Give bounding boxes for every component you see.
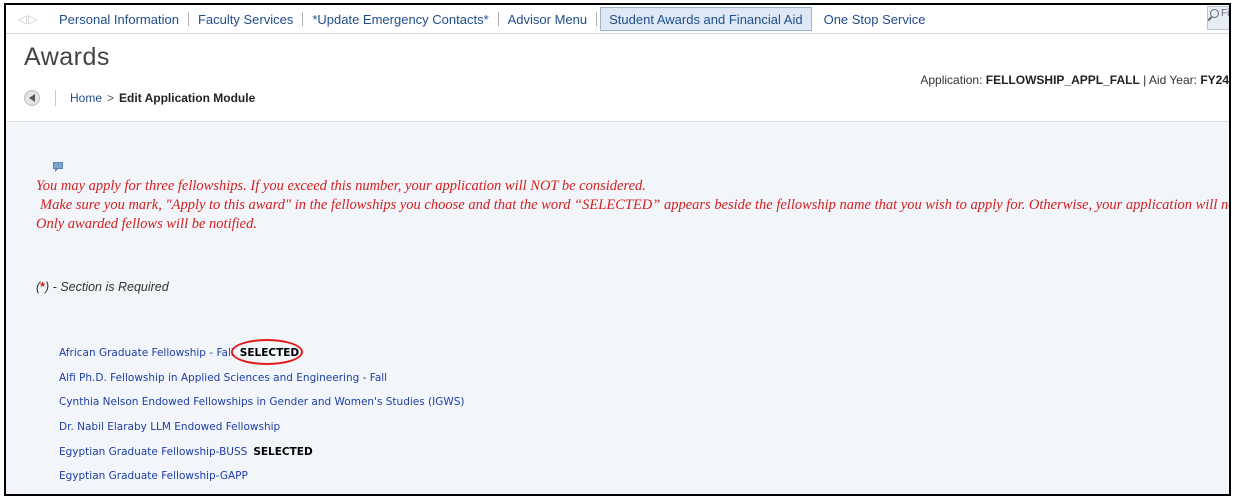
fellowship-link[interactable]: Dr. Nabil Elaraby LLM Endowed Fellowship xyxy=(59,421,280,433)
list-item: African Graduate Fellowship - Fall SELEC… xyxy=(59,339,465,366)
notice-line-1: You may apply for three fellowships. If … xyxy=(36,178,646,194)
breadcrumb-separator: > xyxy=(107,91,115,105)
fellowship-link[interactable]: Alfi Ph.D. Fellowship in Applied Science… xyxy=(59,372,387,384)
required-section-note: (*) - Section is Required xyxy=(36,280,169,294)
notice-line-2: Make sure you mark, "Apply to this award… xyxy=(40,197,1231,213)
aid-year-value: FY24 xyxy=(1200,73,1229,87)
nav-personal-information[interactable]: Personal Information xyxy=(50,5,188,33)
browser-frame: ◁▷ Personal Information Faculty Services… xyxy=(4,3,1231,496)
fellowship-list: African Graduate Fellowship - Fall SELEC… xyxy=(59,339,465,489)
selected-status-badge: SELECTED xyxy=(230,339,304,366)
main-content-panel: You may apply for three fellowships. If … xyxy=(6,121,1231,494)
breadcrumb-current: Edit Application Module xyxy=(119,91,256,105)
nav-advisor-menu[interactable]: Advisor Menu xyxy=(499,5,596,33)
aid-year-label: | Aid Year: xyxy=(1143,73,1197,87)
find-label: Fin xyxy=(1221,8,1229,19)
application-label: Application: xyxy=(920,73,983,87)
notice-line-3: Only awarded fellows will be notified. xyxy=(36,216,257,232)
nav-one-stop-service[interactable]: One Stop Service xyxy=(815,5,935,33)
nav-student-awards-financial-aid[interactable]: Student Awards and Financial Aid xyxy=(600,7,812,31)
application-value: FELLOWSHIP_APPL_FALL xyxy=(985,73,1140,87)
list-item: Alfi Ph.D. Fellowship in Applied Science… xyxy=(59,366,465,391)
top-navigation: ◁▷ Personal Information Faculty Services… xyxy=(6,5,1229,34)
nav-scroll-arrows-icon[interactable]: ◁▷ xyxy=(6,12,50,26)
breadcrumb-home-link[interactable]: Home xyxy=(70,91,102,105)
required-text: ) - Section is Required xyxy=(45,280,169,294)
list-item: Egyptian Graduate Fellowship-BUSS SELECT… xyxy=(59,439,465,464)
find-search-box[interactable]: Fin xyxy=(1207,6,1229,30)
page-title: Awards xyxy=(24,43,110,71)
nav-update-emergency-contacts[interactable]: *Update Emergency Contacts* xyxy=(303,5,497,33)
fellowship-link[interactable]: Cynthia Nelson Endowed Fellowships in Ge… xyxy=(59,396,465,408)
note-icon xyxy=(53,162,63,172)
breadcrumb: Home > Edit Application Module xyxy=(24,87,255,109)
application-info: Application: FELLOWSHIP_APPL_FALL | Aid … xyxy=(920,73,1229,87)
search-icon xyxy=(1210,9,1219,18)
nav-faculty-services[interactable]: Faculty Services xyxy=(189,5,302,33)
fellowship-link[interactable]: Egyptian Graduate Fellowship-BUSS xyxy=(59,446,247,458)
list-item: Cynthia Nelson Endowed Fellowships in Ge… xyxy=(59,390,465,415)
list-item: Dr. Nabil Elaraby LLM Endowed Fellowship xyxy=(59,415,465,440)
list-item: Egyptian Graduate Fellowship-GAPP xyxy=(59,464,465,489)
breadcrumb-divider xyxy=(55,90,56,106)
selected-status-badge: SELECTED xyxy=(253,445,313,458)
fellowship-link[interactable]: Egyptian Graduate Fellowship-GAPP xyxy=(59,470,248,482)
nav-separator xyxy=(596,12,598,26)
back-arrow-icon[interactable] xyxy=(24,90,40,106)
fellowship-notice: You may apply for three fellowships. If … xyxy=(36,177,1231,234)
fellowship-link[interactable]: African Graduate Fellowship - Fall xyxy=(59,347,234,359)
